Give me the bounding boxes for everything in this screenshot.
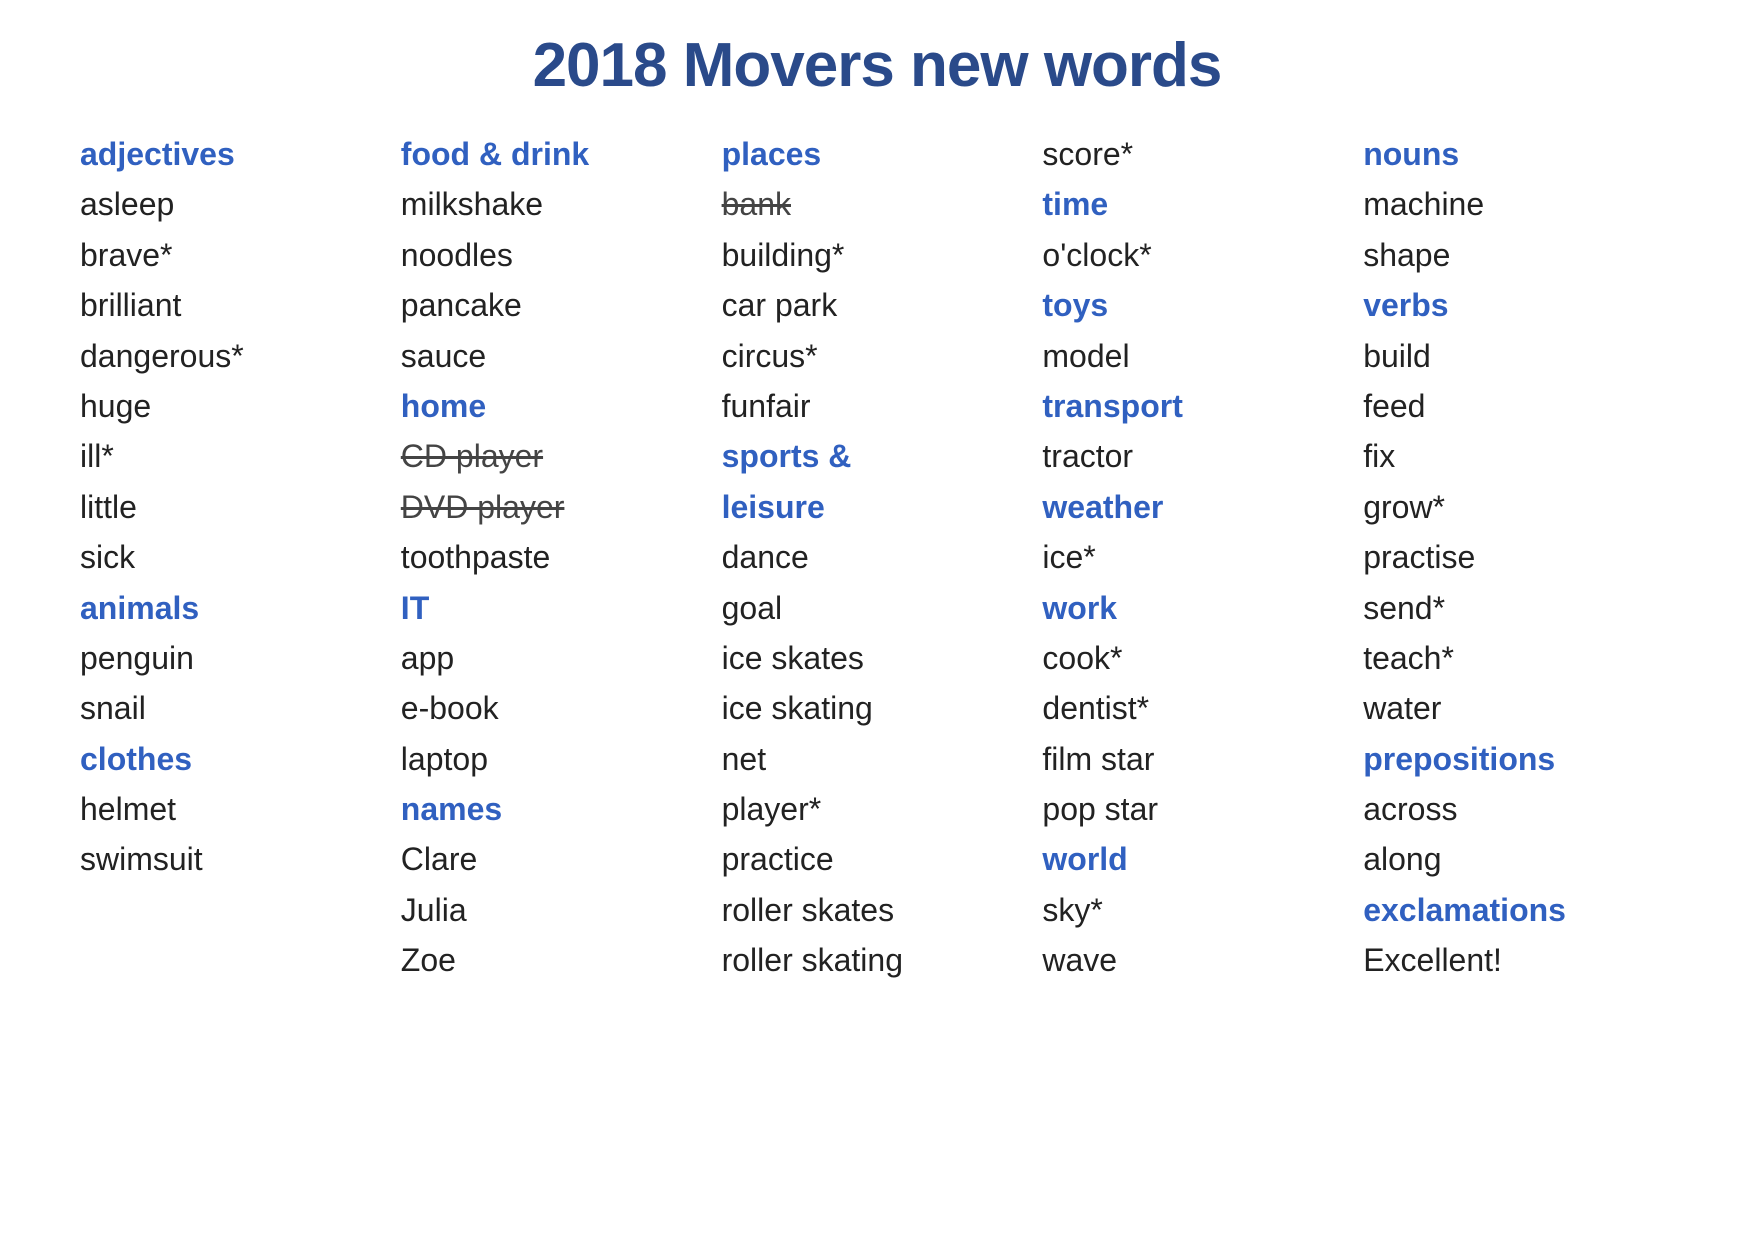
word-item: milkshake bbox=[401, 181, 712, 227]
word-item: tractor bbox=[1042, 433, 1353, 479]
word-item: dentist* bbox=[1042, 685, 1353, 731]
word-item: roller skates bbox=[722, 887, 1033, 933]
word-item: fix bbox=[1363, 433, 1674, 479]
word-item: player* bbox=[722, 786, 1033, 832]
word-item: net bbox=[722, 736, 1033, 782]
category-label: sports & bbox=[722, 433, 1033, 479]
word-item: grow* bbox=[1363, 484, 1674, 530]
category-label: transport bbox=[1042, 383, 1353, 429]
category-label: leisure bbox=[722, 484, 1033, 530]
word-item: teach* bbox=[1363, 635, 1674, 681]
category-label: work bbox=[1042, 585, 1353, 631]
word-item: shape bbox=[1363, 232, 1674, 278]
word-item: sky* bbox=[1042, 887, 1353, 933]
column-col1: adjectivesasleep brave*brilliant dangerous… bbox=[80, 131, 391, 984]
word-item: Excellent! bbox=[1363, 937, 1674, 983]
word-item: feed bbox=[1363, 383, 1674, 429]
column-col4: score*time o'clock*toys modeltransporttrac… bbox=[1042, 131, 1353, 984]
column-col3: placesbank building*car park circus*funfai… bbox=[722, 131, 1033, 984]
word-item: huge bbox=[80, 383, 391, 429]
word-item: circus* bbox=[722, 333, 1033, 379]
category-label: places bbox=[722, 131, 1033, 177]
category-label: adjectives bbox=[80, 131, 391, 177]
category-label: food & drink bbox=[401, 131, 712, 177]
word-item: score* bbox=[1042, 131, 1353, 177]
word-item: water bbox=[1363, 685, 1674, 731]
word-item: sick bbox=[80, 534, 391, 580]
word-item: penguin bbox=[80, 635, 391, 681]
word-item: brilliant bbox=[80, 282, 391, 328]
category-label: prepositions bbox=[1363, 736, 1674, 782]
category-label: home bbox=[401, 383, 712, 429]
word-item: Clare bbox=[401, 836, 712, 882]
category-label: IT bbox=[401, 585, 712, 631]
word-item: brave* bbox=[80, 232, 391, 278]
word-item: sauce bbox=[401, 333, 712, 379]
word-item: send* bbox=[1363, 585, 1674, 631]
word-item: wave bbox=[1042, 937, 1353, 983]
word-item: car park bbox=[722, 282, 1033, 328]
word-item: goal bbox=[722, 585, 1033, 631]
word-item: helmet bbox=[80, 786, 391, 832]
word-item: along bbox=[1363, 836, 1674, 882]
column-col2: food & drinkmilkshake noodlespancake sauce… bbox=[401, 131, 712, 984]
word-item: ice skating bbox=[722, 685, 1033, 731]
word-item: practise bbox=[1363, 534, 1674, 580]
word-item: cook* bbox=[1042, 635, 1353, 681]
category-label: time bbox=[1042, 181, 1353, 227]
word-item: dance bbox=[722, 534, 1033, 580]
category-label: animals bbox=[80, 585, 391, 631]
word-item: dangerous* bbox=[80, 333, 391, 379]
word-item: across bbox=[1363, 786, 1674, 832]
page-title: 2018 Movers new words bbox=[60, 30, 1694, 101]
word-item-strikethrough: bank bbox=[722, 181, 1033, 227]
word-item: little bbox=[80, 484, 391, 530]
word-item: o'clock* bbox=[1042, 232, 1353, 278]
word-item: building* bbox=[722, 232, 1033, 278]
category-label: names bbox=[401, 786, 712, 832]
category-label: verbs bbox=[1363, 282, 1674, 328]
word-item: app bbox=[401, 635, 712, 681]
word-item: model bbox=[1042, 333, 1353, 379]
word-item: build bbox=[1363, 333, 1674, 379]
word-item-strikethrough: CD player bbox=[401, 433, 712, 479]
word-item: noodles bbox=[401, 232, 712, 278]
word-item: machine bbox=[1363, 181, 1674, 227]
word-item-strikethrough: DVD player bbox=[401, 484, 712, 530]
word-item: pop star bbox=[1042, 786, 1353, 832]
word-item: pancake bbox=[401, 282, 712, 328]
word-item: swimsuit bbox=[80, 836, 391, 882]
word-item: film star bbox=[1042, 736, 1353, 782]
word-grid: adjectivesasleep brave*brilliant dangerous… bbox=[60, 131, 1694, 984]
word-item: ice* bbox=[1042, 534, 1353, 580]
word-item: ill* bbox=[80, 433, 391, 479]
word-item: Julia bbox=[401, 887, 712, 933]
column-col5: nounsmachineshapeverbsbuildfeedfixgrow*p… bbox=[1363, 131, 1674, 984]
category-label: world bbox=[1042, 836, 1353, 882]
word-item: Zoe bbox=[401, 937, 712, 983]
word-item: roller skating bbox=[722, 937, 1033, 983]
word-item: practice bbox=[722, 836, 1033, 882]
word-item: toothpaste bbox=[401, 534, 712, 580]
word-item: ice skates bbox=[722, 635, 1033, 681]
category-label: nouns bbox=[1363, 131, 1674, 177]
word-item: asleep bbox=[80, 181, 391, 227]
word-item: snail bbox=[80, 685, 391, 731]
category-label: toys bbox=[1042, 282, 1353, 328]
word-item: e-book bbox=[401, 685, 712, 731]
word-item: funfair bbox=[722, 383, 1033, 429]
category-label: weather bbox=[1042, 484, 1353, 530]
category-label: exclamations bbox=[1363, 887, 1674, 933]
category-label: clothes bbox=[80, 736, 391, 782]
word-item: laptop bbox=[401, 736, 712, 782]
